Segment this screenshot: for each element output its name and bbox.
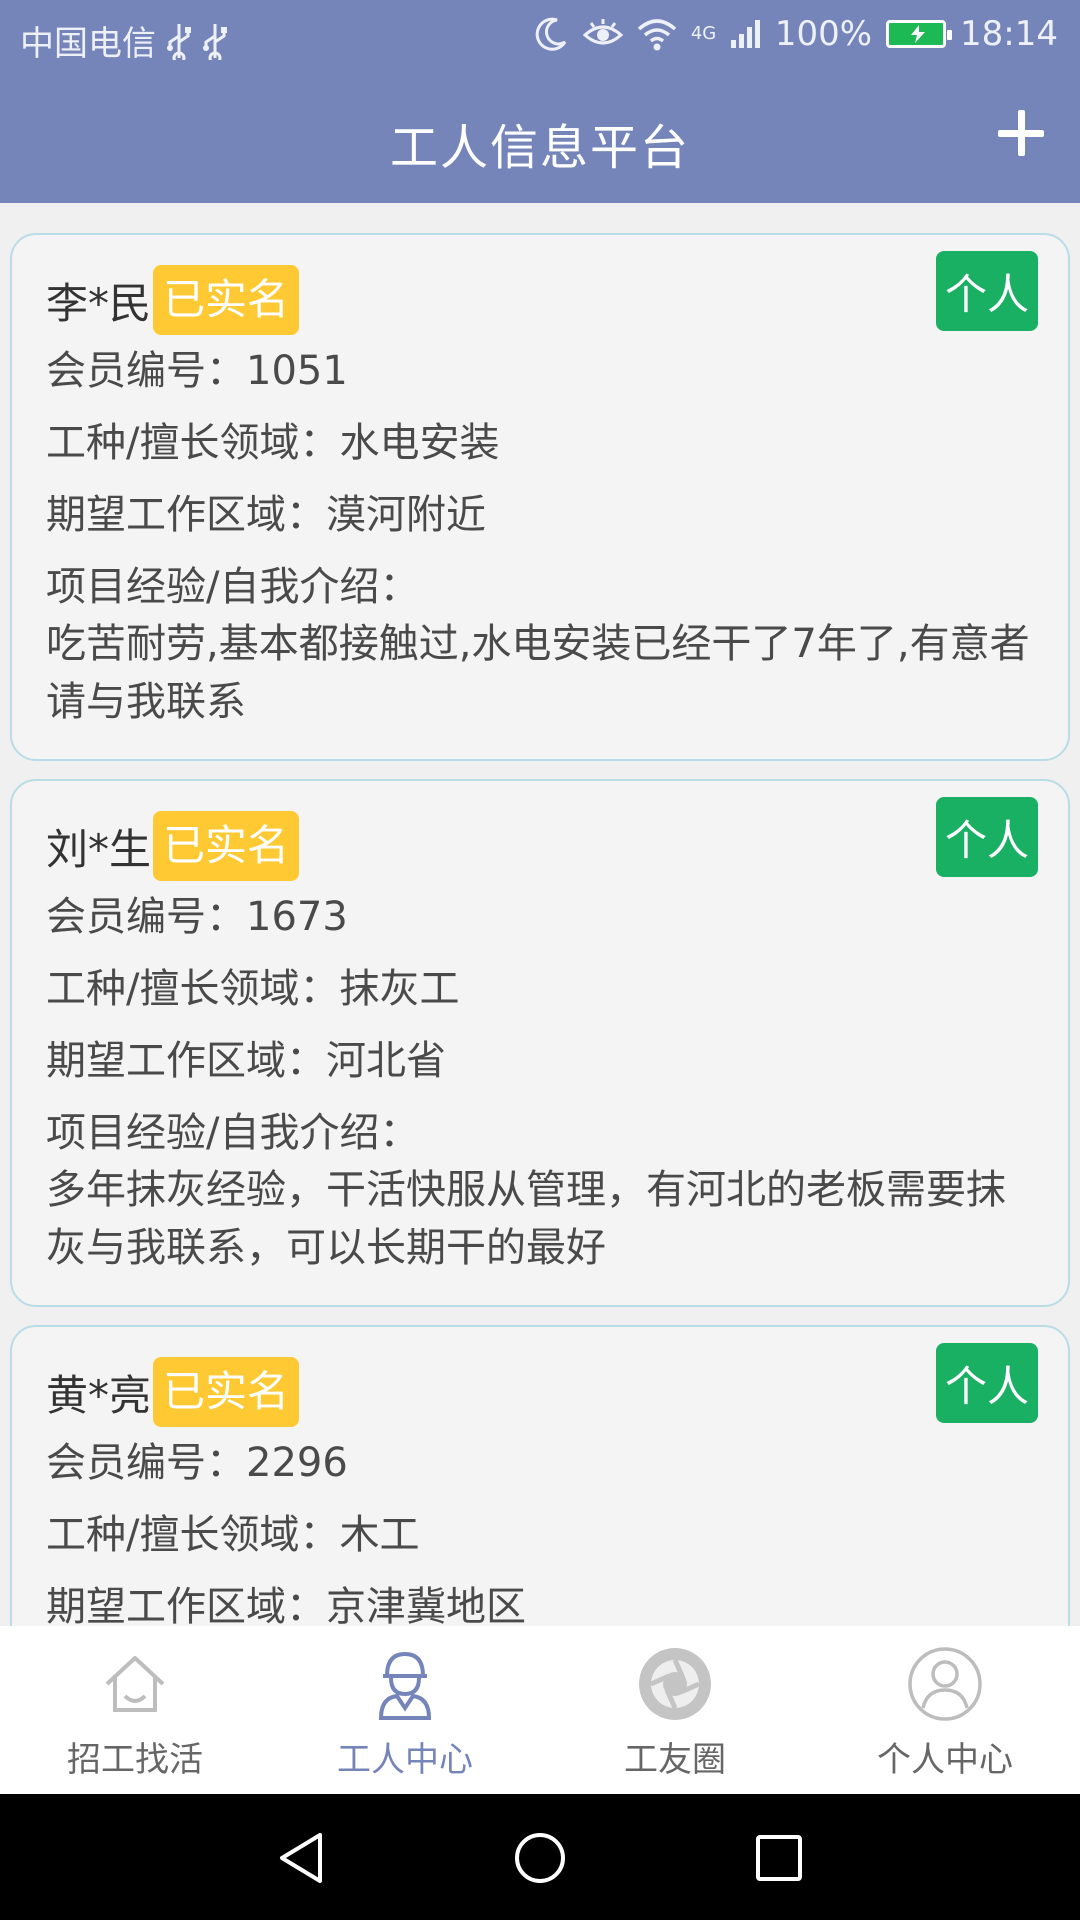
work-area: 期望工作区域：漠河附近 [46, 492, 486, 538]
moon-icon [535, 17, 567, 51]
network-type: 4G [690, 23, 717, 44]
nav-item-jobs[interactable]: 招工找活 [0, 1626, 270, 1794]
nav-item-profile[interactable]: 个人中心 [810, 1626, 1080, 1794]
usb-icon [167, 23, 191, 60]
status-icons: 4G 100% 18:14 [533, 14, 1058, 54]
type-badge: 个人 [936, 251, 1038, 331]
verified-badge: 已实名 [153, 265, 300, 335]
nav-label: 工人中心 [337, 1740, 473, 1780]
carrier-area: 中国电信 [20, 16, 228, 65]
nav-label: 工友圈 [624, 1740, 726, 1780]
carrier-name: 中国电信 [20, 24, 156, 64]
skill: 工种/擅长领域：木工 [46, 1512, 420, 1558]
nav-item-worker-center[interactable]: 工人中心 [270, 1626, 540, 1794]
usb-icon [203, 23, 227, 60]
worker-card[interactable]: 黄*亮 已实名 个人 会员编号：2296 工种/擅长领域：木工 期望工作区域：京… [10, 1325, 1070, 1626]
screen: 中国电信 4G 100% 18:14 工人信息平台 李*民 已实名 个人 会员编… [0, 0, 1080, 1920]
worker-card[interactable]: 李*民 已实名 个人 会员编号：1051 工种/擅长领域：水电安装 期望工作区域… [10, 233, 1070, 761]
worker-name: 刘*生 [46, 824, 152, 874]
member-id: 会员编号：2296 [46, 1440, 348, 1486]
battery-icon [886, 20, 953, 48]
page-title: 工人信息平台 [389, 120, 690, 176]
card-header: 李*民 已实名 [46, 265, 1036, 335]
clock: 18:14 [960, 14, 1058, 54]
top-bar: 中国电信 4G 100% 18:14 工人信息平台 [0, 0, 1080, 203]
nav-label: 个人中心 [877, 1740, 1013, 1780]
nav-label: 招工找活 [67, 1740, 203, 1780]
card-header: 黄*亮 已实名 [46, 1357, 1036, 1427]
battery-percent: 100% [774, 14, 873, 54]
intro-text: 多年抹灰经验，干活快服从管理，有河北的老板需要抹灰与我联系，可以长期干的最好 [46, 1167, 1006, 1271]
member-id: 会员编号：1051 [46, 348, 348, 394]
skill: 工种/擅长领域：水电安装 [46, 420, 500, 466]
intro-text: 吃苦耐劳,基本都接触过,水电安装已经干了7年了,有意者请与我联系 [46, 621, 1030, 725]
verified-badge: 已实名 [153, 1357, 300, 1427]
worker-card[interactable]: 刘*生 已实名 个人 会员编号：1673 工种/擅长领域：抹灰工 期望工作区域：… [10, 779, 1070, 1307]
user-profile-icon [908, 1647, 982, 1721]
verified-badge: 已实名 [153, 811, 300, 881]
add-button[interactable] [998, 110, 1044, 156]
bottom-nav: 招工找活 工人中心 工友圈 个人中心 [0, 1626, 1080, 1794]
intro-label: 项目经验/自我介绍： [46, 564, 420, 610]
worker-name: 李*民 [46, 278, 152, 328]
intro-label: 项目经验/自我介绍： [46, 1110, 420, 1156]
camera-aperture-icon [639, 1648, 711, 1720]
home-icon[interactable] [513, 1831, 567, 1885]
skill: 工种/擅长领域：抹灰工 [46, 966, 460, 1012]
back-icon[interactable] [274, 1831, 328, 1885]
status-bar: 中国电信 4G 100% 18:14 [0, 0, 1080, 72]
type-badge: 个人 [936, 1343, 1038, 1423]
work-area: 期望工作区域：京津冀地区 [46, 1584, 526, 1626]
signal-icon [730, 20, 760, 48]
android-nav-bar [0, 1794, 1080, 1920]
member-id: 会员编号：1673 [46, 894, 348, 940]
house-icon [105, 1656, 165, 1712]
card-header: 刘*生 已实名 [46, 811, 1036, 881]
work-area: 期望工作区域：河北省 [46, 1038, 446, 1084]
worker-name: 黄*亮 [46, 1370, 152, 1420]
type-badge: 个人 [936, 797, 1038, 877]
recents-icon[interactable] [752, 1831, 806, 1885]
worker-icon [378, 1651, 432, 1720]
nav-item-circle[interactable]: 工友圈 [540, 1626, 810, 1794]
worker-list[interactable]: 李*民 已实名 个人 会员编号：1051 工种/擅长领域：水电安装 期望工作区域… [0, 203, 1080, 1626]
wifi-icon [637, 19, 676, 51]
eye-icon [582, 19, 623, 45]
